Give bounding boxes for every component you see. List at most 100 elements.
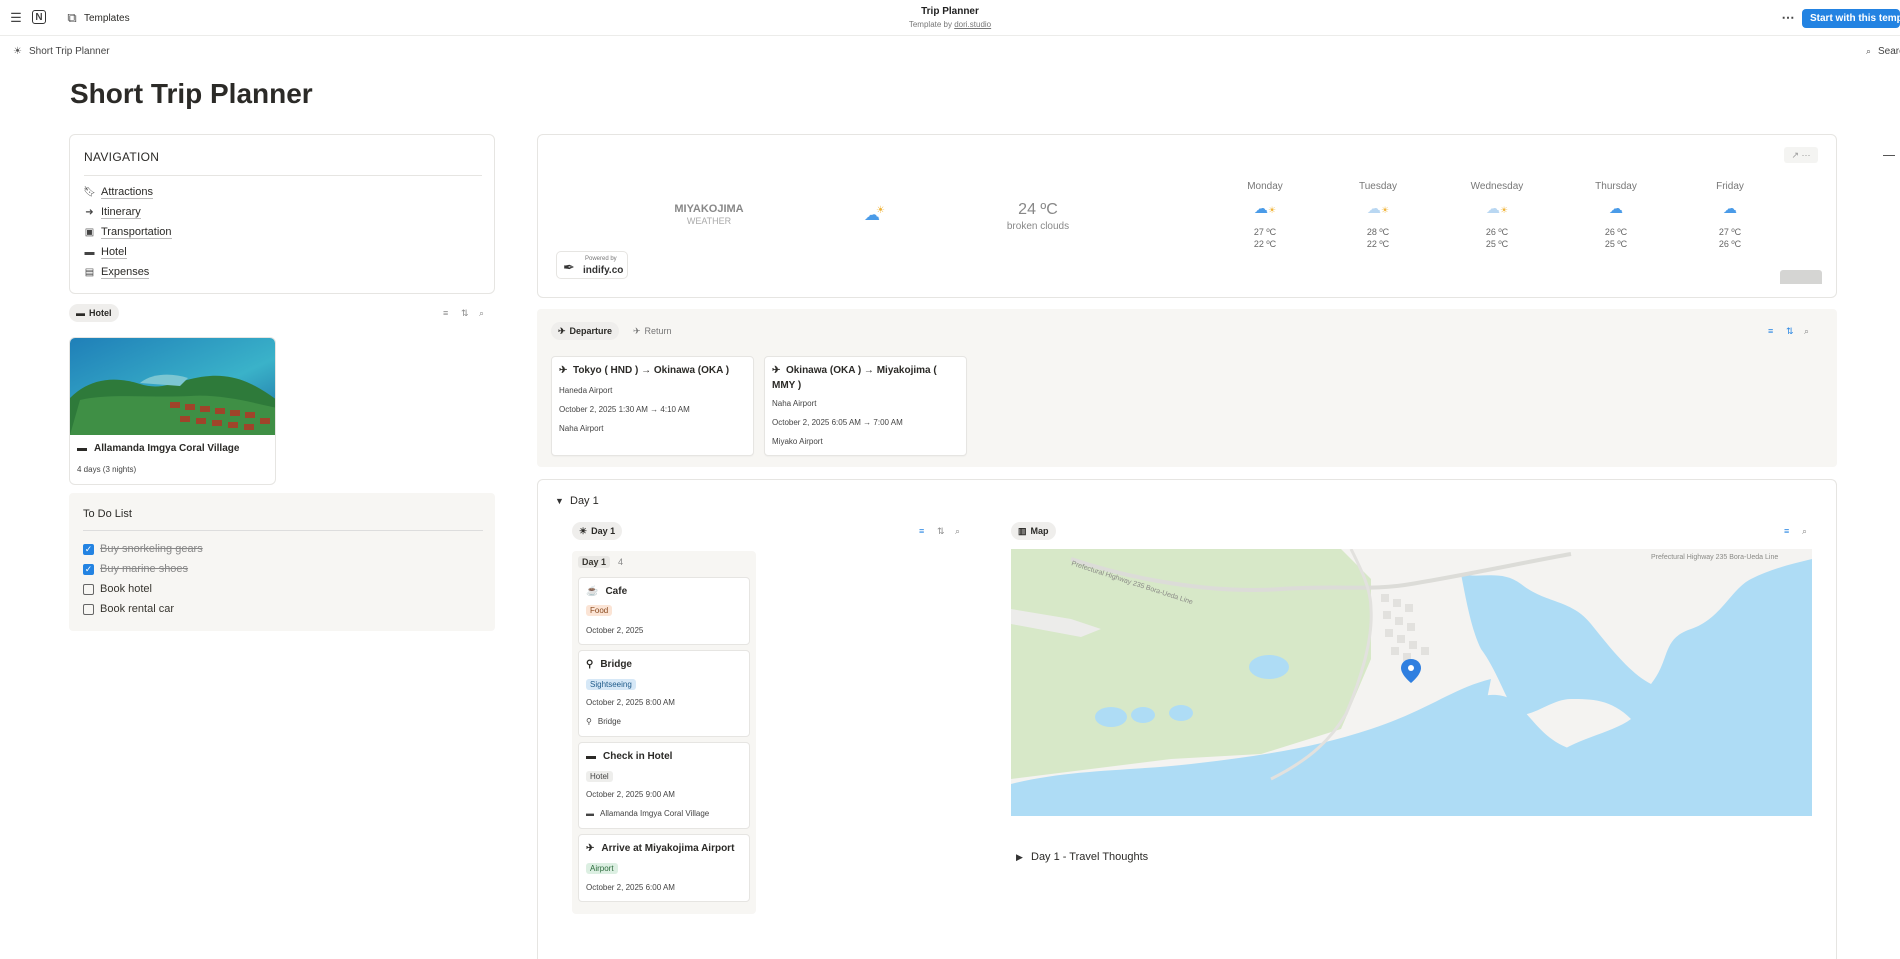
card-title-text: Cafe [605, 586, 628, 597]
feather-icon: ✒ [563, 259, 575, 275]
travel-thoughts-toggle[interactable]: Day 1 - Travel Thoughts [1031, 851, 1148, 863]
forecast-low: 26 ºC [1718, 239, 1742, 249]
nav-item-hotel[interactable]: ▬ Hotel [84, 246, 127, 259]
search-icon[interactable]: ⌕ [1866, 46, 1871, 57]
todo-label: Buy marine shoes [100, 563, 189, 575]
sort-icon[interactable]: ⇅ [1786, 326, 1794, 337]
forecast-high: 26 ºC [1604, 227, 1628, 237]
bed-icon: ▬ [586, 751, 596, 762]
open-icon[interactable]: ↗ [1791, 150, 1799, 160]
arrow-circle-icon: ➜ [85, 207, 94, 218]
todo-label: Book rental car [100, 603, 174, 615]
forecast-low: 25 ºC [1604, 239, 1628, 249]
bookmark-icon: 🔖︎ [83, 187, 96, 198]
forecast-low: 25 ºC [1485, 239, 1509, 249]
search-icon[interactable]: ⌕ [955, 526, 960, 537]
tab-day1[interactable]: ☀ Day 1 [572, 522, 623, 540]
flight-title-text: Tokyo ( HND ) → Okinawa (OKA ) [572, 365, 730, 376]
map-view[interactable]: Prefectural Highway 235 Bora-Ueda Line P… [1011, 549, 1812, 816]
start-template-button[interactable]: Start with this template [1802, 9, 1900, 28]
search-icon[interactable]: ⌕ [1802, 526, 1807, 537]
flight-to: Naha Airport [559, 424, 604, 433]
powered-by-badge[interactable]: ✒ Powered by indify.co [556, 251, 628, 279]
itinerary-card[interactable]: ⚲ Bridge Sightseeing October 2, 2025 8:00… [578, 650, 750, 737]
hotel-card[interactable]: ▬ Allamanda Imgya Coral Village 4 days (3… [69, 337, 276, 485]
nav-item-itinerary[interactable]: ➜ Itinerary [84, 206, 141, 219]
todo-label: Buy snorkeling gears [100, 543, 203, 555]
weather-condition: broken clouds [1006, 221, 1070, 232]
filter-icon[interactable]: ≡ [919, 526, 924, 536]
tab-label: Map [1030, 526, 1049, 536]
tag-sightseeing: Sightseeing [586, 679, 636, 690]
pin-icon: ⚲ [586, 717, 592, 726]
itinerary-card[interactable]: ✈ Arrive at Miyakojima Airport Airport Oc… [578, 834, 750, 902]
more-horizontal-icon[interactable]: ⋯ [1780, 10, 1796, 26]
forecast-day: Thursday [1595, 181, 1637, 192]
todo-item[interactable]: ✓ Buy marine shoes [83, 563, 188, 575]
weather-location-sub: WEATHER [686, 216, 732, 226]
nav-label: Transportation [101, 226, 172, 239]
subtitle-prefix: Template by [908, 20, 955, 29]
tab-hotel[interactable]: ▬ Hotel [69, 304, 119, 322]
tab-departure[interactable]: ✈ Departure [551, 322, 620, 340]
tab-label: Return [644, 326, 672, 336]
card-place: ▬ Allamanda Imgya Coral Village [586, 809, 709, 818]
toggle-right-icon[interactable]: ▶ [1016, 852, 1023, 863]
widget-menu[interactable]: ↗ ⋯ [1784, 147, 1818, 163]
sun-cloud-icon: ☁☀ [1485, 200, 1509, 216]
search-icon[interactable]: ⌕ [479, 308, 484, 319]
sort-icon[interactable]: ⇅ [461, 308, 469, 319]
sun-cloud-icon: ☁☀ [1253, 200, 1277, 216]
nav-label: Hotel [101, 246, 127, 259]
plane-icon: ✈ [772, 365, 781, 376]
forecast-day: Tuesday [1359, 181, 1397, 192]
forecast-high: 27 ºC [1718, 227, 1742, 237]
checkbox-icon[interactable] [83, 583, 94, 595]
itinerary-card[interactable]: ▬ Check in Hotel Hotel October 2, 2025 9:… [578, 742, 750, 829]
nav-label: Itinerary [101, 206, 141, 219]
flight-card[interactable]: ✈ Tokyo ( HND ) → Okinawa (OKA ) Haneda … [551, 356, 754, 456]
forecast-high: 26 ºC [1485, 227, 1509, 237]
checkbox-checked-icon[interactable]: ✓ [83, 543, 94, 555]
kanban-column: Day 1 4 ☕ Cafe Food October 2, 2025 ⚲ Brid… [572, 551, 756, 914]
todo-item[interactable]: Book hotel [83, 583, 152, 595]
filter-icon[interactable]: ≡ [443, 308, 448, 318]
sort-icon[interactable]: ⇅ [937, 526, 945, 537]
nav-item-attractions[interactable]: 🔖︎ Attractions [83, 186, 153, 199]
tab-label: Day 1 [591, 526, 616, 536]
bed-icon: ▬ [77, 443, 87, 454]
side-collapse-handle[interactable] [1883, 155, 1895, 156]
tab-return[interactable]: ✈ Return [626, 322, 679, 340]
flight-card[interactable]: ✈ Okinawa (OKA ) → Miyakojima ( MMY ) Na… [764, 356, 967, 456]
more-horizontal-icon[interactable]: ⋯ [1802, 150, 1811, 160]
sun-icon: ☀ [579, 525, 588, 536]
tab-map[interactable]: ▥ Map [1011, 522, 1056, 540]
weather-location: MIYAKOJIMA [674, 203, 744, 215]
todo-label: Book hotel [100, 583, 152, 595]
flight-from: Naha Airport [772, 399, 817, 408]
nav-item-transportation[interactable]: ▣ Transportation [84, 226, 172, 239]
todo-item[interactable]: Book rental car [83, 603, 174, 615]
toggle-down-icon[interactable]: ▼ [555, 496, 564, 506]
template-subtitle: Template by dori.studio [0, 20, 1900, 29]
coffee-icon: ☕ [586, 586, 599, 597]
tag-food: Food [586, 605, 613, 616]
search-icon[interactable]: ⌕ [1804, 326, 1809, 337]
wallet-icon: ▤ [84, 267, 95, 278]
filter-icon[interactable]: ≡ [1768, 326, 1773, 336]
day1-toggle[interactable]: Day 1 [570, 495, 599, 507]
filter-icon[interactable]: ≡ [1784, 526, 1789, 536]
card-date: October 2, 2025 9:00 AM [586, 790, 675, 799]
itinerary-card[interactable]: ☕ Cafe Food October 2, 2025 [578, 577, 750, 645]
hotel-cover-image [70, 338, 275, 435]
checkbox-checked-icon[interactable]: ✓ [83, 563, 94, 575]
plane-icon: ✈ [559, 365, 568, 376]
checkbox-icon[interactable] [83, 603, 94, 615]
nav-item-expenses[interactable]: ▤ Expenses [84, 266, 150, 279]
plane-icon: ✈ [586, 843, 595, 854]
todo-item[interactable]: ✓ Buy snorkeling gears [83, 543, 203, 555]
search-link[interactable]: Search [1878, 46, 1900, 57]
scroll-button[interactable] [1780, 270, 1822, 284]
breadcrumb[interactable]: Short Trip Planner [29, 46, 110, 57]
author-link[interactable]: dori.studio [954, 20, 991, 29]
